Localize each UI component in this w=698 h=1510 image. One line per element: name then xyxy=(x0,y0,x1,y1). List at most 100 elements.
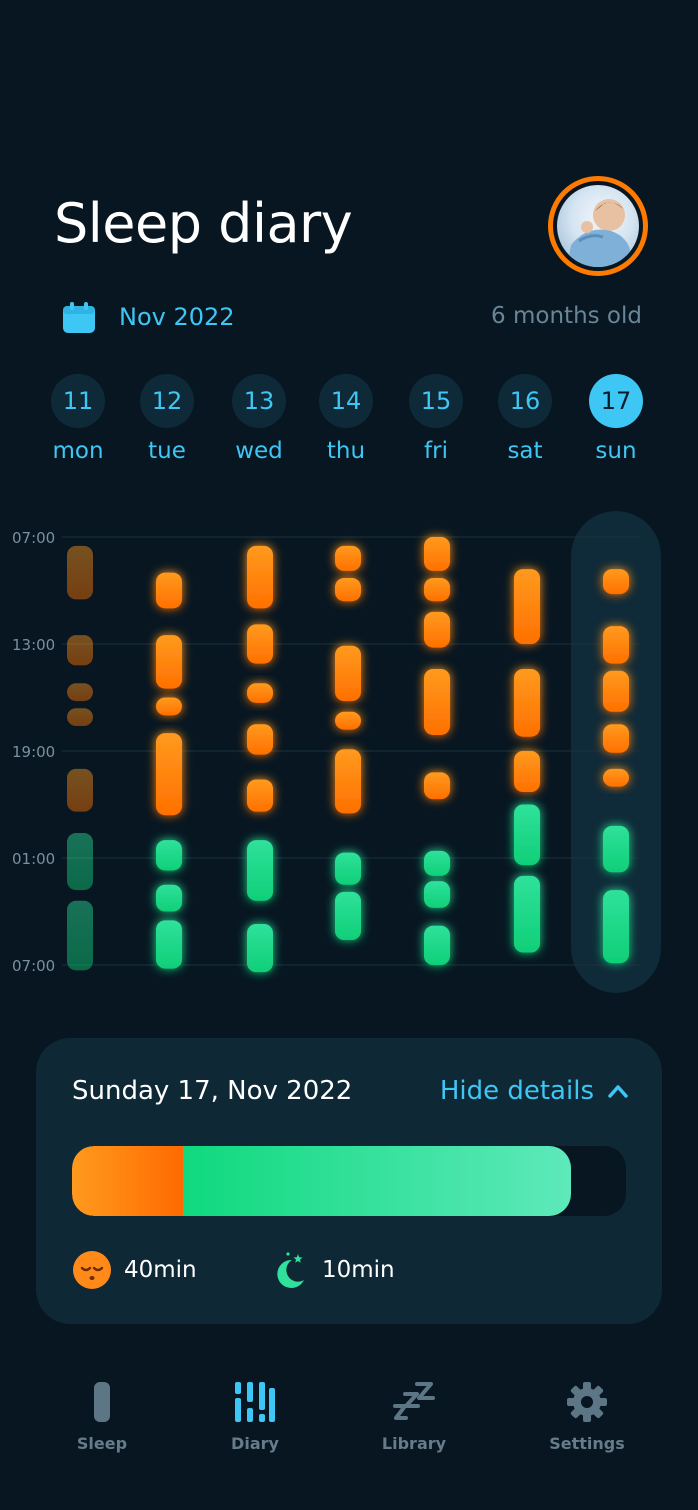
day-nap-segment xyxy=(335,545,361,571)
baby-photo-illustration xyxy=(567,199,631,267)
day-name: tue xyxy=(148,438,186,464)
night-sleep-segment xyxy=(603,825,629,873)
nav-sleep-label: Sleep xyxy=(76,1434,128,1453)
night-sleep-total: 10min xyxy=(270,1250,395,1290)
y-tick-label: 01:00 xyxy=(12,850,55,868)
night-sleep-segment xyxy=(603,890,629,964)
page-title: Sleep diary xyxy=(54,192,353,255)
day-nap-segment xyxy=(335,578,361,602)
night-sleep-segment xyxy=(156,840,182,871)
day-sleep-segment xyxy=(72,1146,183,1216)
day-nap-segment xyxy=(67,683,93,702)
baby-photo xyxy=(557,185,639,267)
baby-age: 6 months old xyxy=(491,303,642,329)
day-name: fri xyxy=(424,438,448,464)
day-nap-segment xyxy=(424,611,450,648)
sleepy-face-icon xyxy=(73,1251,111,1289)
night-sleep-segment xyxy=(335,891,361,941)
sleep-legend: 40min 10min xyxy=(72,1250,632,1290)
details-date: Sunday 17, Nov 2022 xyxy=(72,1076,353,1106)
day-number: 12 xyxy=(140,374,194,428)
day-sat[interactable]: 16 sat xyxy=(490,374,560,464)
day-name: wed xyxy=(235,438,283,464)
nav-library-label: Library xyxy=(381,1434,447,1453)
day-nap-segment xyxy=(424,578,450,602)
bottom-nav: Sleep Diary Library Settings xyxy=(0,1370,698,1480)
day-nap-segment xyxy=(156,733,182,816)
night-sleep-segment xyxy=(67,833,93,891)
day-nap-segment xyxy=(156,635,182,689)
y-tick-label: 13:00 xyxy=(12,636,55,654)
day-nap-segment xyxy=(603,724,629,753)
day-number: 13 xyxy=(232,374,286,428)
day-nap-segment xyxy=(67,768,93,812)
night-sleep-segment xyxy=(156,920,182,969)
day-mon[interactable]: 11 mon xyxy=(43,374,113,464)
day-nap-segment xyxy=(424,772,450,800)
night-sleep-segment xyxy=(335,852,361,885)
day-nap-segment xyxy=(335,645,361,702)
day-fri[interactable]: 15 fri xyxy=(401,374,471,464)
night-sleep-segment xyxy=(182,1146,571,1216)
month-label: Nov 2022 xyxy=(119,303,235,331)
sleep-timeline-chart: 07:00 13:00 19:00 01:00 07:00 xyxy=(12,511,661,993)
moon-stars-icon xyxy=(277,1252,304,1288)
hide-details-button[interactable]: Hide details xyxy=(440,1076,628,1106)
day-name: sat xyxy=(507,438,543,464)
gear-icon xyxy=(567,1382,607,1422)
day-details-card: Sunday 17, Nov 2022 Hide details 40min 1… xyxy=(36,1038,662,1324)
nav-settings[interactable]: Settings xyxy=(517,1370,657,1453)
day-nap-segment xyxy=(156,697,182,716)
day-nap-segment xyxy=(603,626,629,664)
day-nap-segment xyxy=(67,708,93,727)
night-sleep-segment xyxy=(156,884,182,912)
baby-avatar[interactable] xyxy=(548,176,648,276)
day-nap-segment xyxy=(156,572,182,609)
night-sleep-segment xyxy=(247,923,273,973)
diary-bars-icon xyxy=(235,1382,275,1422)
night-sleep-segment xyxy=(424,925,450,965)
day-number: 17 xyxy=(589,374,643,428)
day-nap-segment xyxy=(424,537,450,571)
calendar-icon xyxy=(63,302,95,333)
day-number: 16 xyxy=(498,374,552,428)
y-tick-label: 07:00 xyxy=(12,529,55,547)
day-wed[interactable]: 13 wed xyxy=(224,374,294,464)
day-nap-segment xyxy=(67,545,93,600)
night-sleep-segment xyxy=(424,850,450,876)
sleep-summary-fill xyxy=(72,1146,571,1216)
nav-sleep[interactable]: Sleep xyxy=(32,1370,172,1453)
day-number: 15 xyxy=(409,374,463,428)
night-sleep-segment xyxy=(67,900,93,971)
nav-library[interactable]: Library xyxy=(344,1370,484,1453)
day-name: sun xyxy=(595,438,637,464)
day-number: 14 xyxy=(319,374,373,428)
y-tick-label: 07:00 xyxy=(12,957,55,975)
day-nap-segment xyxy=(247,545,273,609)
zzz-icon xyxy=(393,1382,435,1420)
day-nap-segment xyxy=(335,711,361,730)
night-sleep-segment xyxy=(514,804,540,866)
day-name: thu xyxy=(326,438,366,464)
week-day-selector: 11 mon 12 tue 13 wed 14 thu 15 fri 16 sa… xyxy=(0,374,698,474)
nav-diary-label: Diary xyxy=(231,1434,279,1453)
day-name: mon xyxy=(52,438,104,464)
nav-diary[interactable]: Diary xyxy=(185,1370,325,1453)
day-thu[interactable]: 14 thu xyxy=(311,374,381,464)
day-nap-segment xyxy=(603,768,629,787)
day-nap-value: 40min xyxy=(124,1257,197,1283)
day-nap-segment xyxy=(514,668,540,737)
day-nap-segment xyxy=(247,779,273,812)
day-nap-segment xyxy=(247,724,273,755)
day-tue[interactable]: 12 tue xyxy=(132,374,202,464)
chevron-up-icon xyxy=(608,1085,628,1098)
hide-details-label: Hide details xyxy=(439,1076,594,1106)
day-nap-segment xyxy=(514,569,540,644)
night-sleep-segment xyxy=(424,881,450,908)
day-number: 11 xyxy=(51,374,105,428)
day-nap-segment xyxy=(67,635,93,666)
month-selector[interactable]: Nov 2022 6 months old xyxy=(62,300,642,336)
night-sleep-segment xyxy=(247,840,273,901)
day-nap-segment xyxy=(335,749,361,814)
day-sun[interactable]: 17 sun xyxy=(581,374,651,464)
